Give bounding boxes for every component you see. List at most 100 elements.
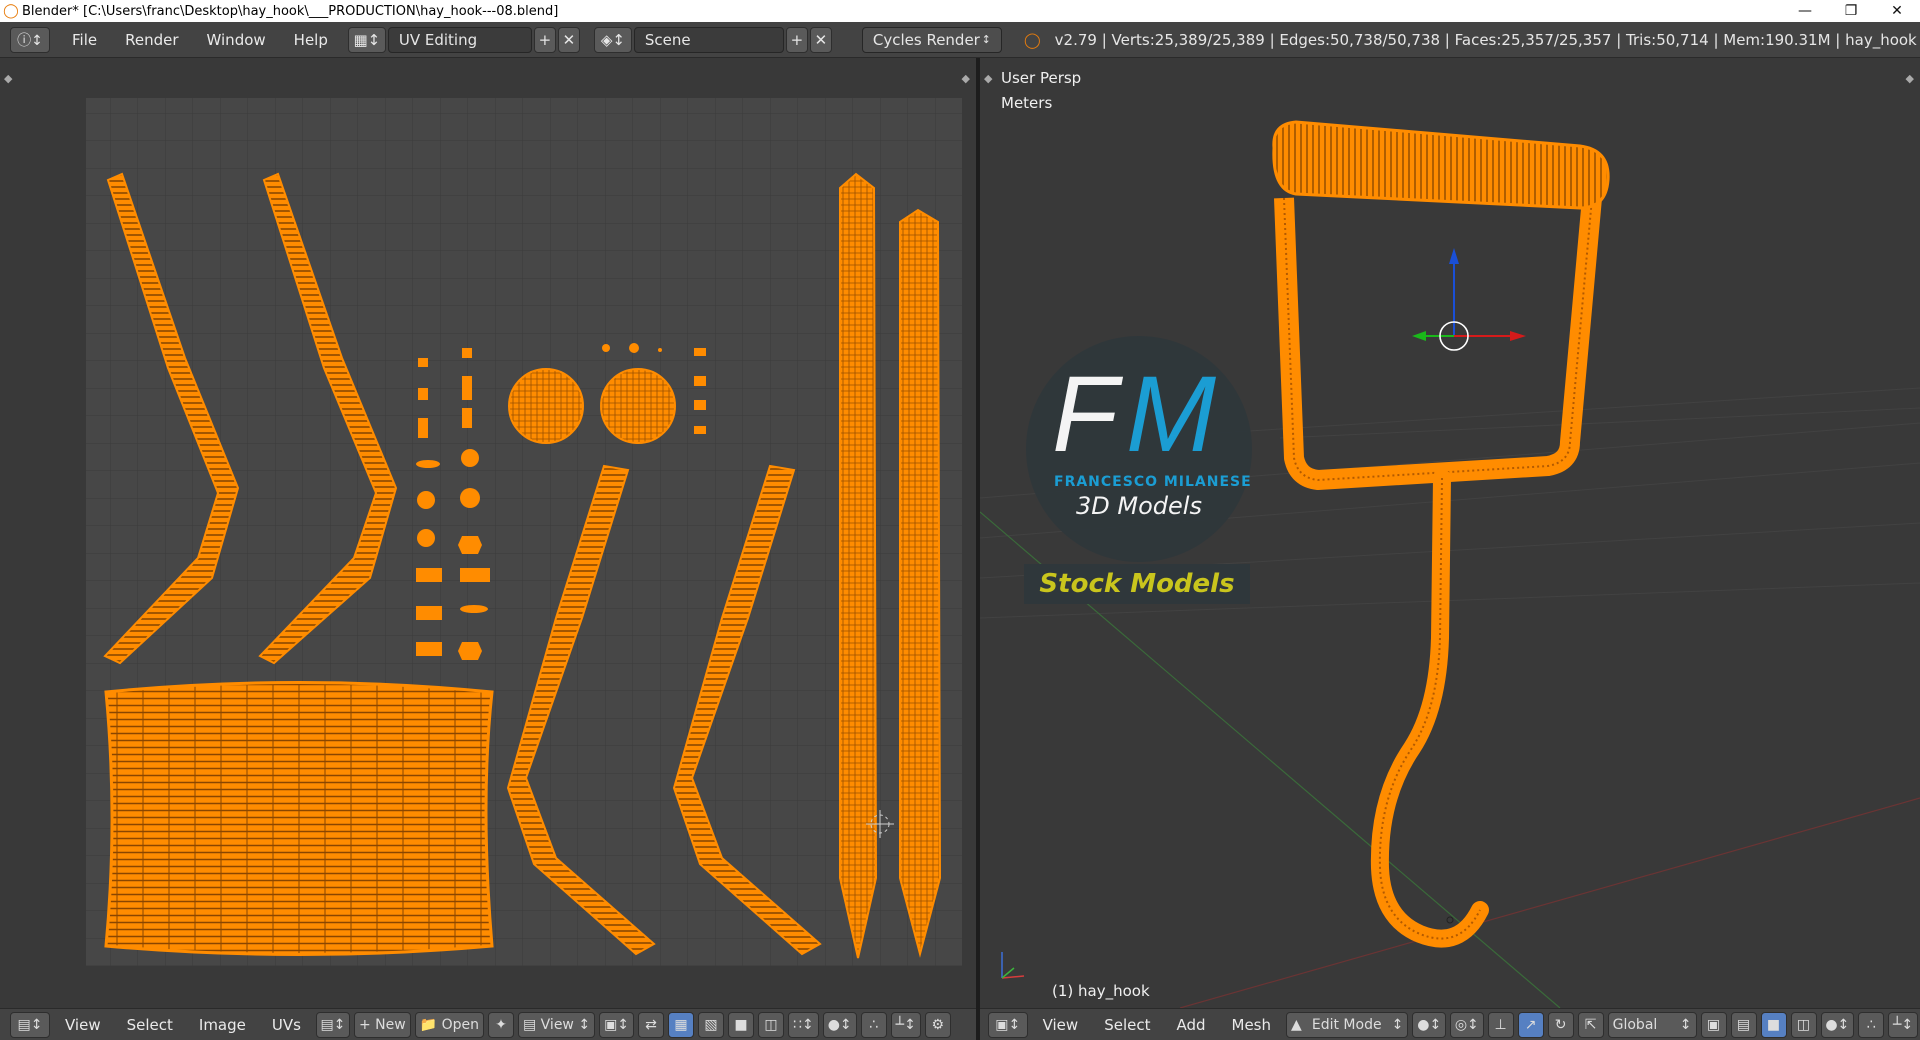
x-icon: ✕ [562, 30, 576, 49]
uv-island-handle-cylinder[interactable] [104, 681, 494, 956]
scale-icon: ⇱ [1584, 1016, 1597, 1033]
edit-mode-icon: ▲ [1291, 1016, 1302, 1033]
pin-image-button[interactable]: ✦ [487, 1011, 514, 1038]
add-screen-button[interactable]: + [533, 26, 556, 53]
scene-icon: ◈↕ [600, 30, 625, 49]
rotate-icon: ↻ [1554, 1016, 1567, 1033]
proportional-edit-dropdown[interactable]: ●↕ [822, 1011, 857, 1038]
vp-menu-mesh[interactable]: Mesh [1219, 1016, 1285, 1034]
pivot-dropdown[interactable]: ▣↕ [599, 1011, 635, 1038]
new-image-button[interactable]: + New [353, 1011, 411, 1038]
vp-menu-view[interactable]: View [1030, 1016, 1092, 1034]
add-scene-button[interactable]: + [785, 26, 808, 53]
shading-dropdown[interactable]: ●↕ [1412, 1011, 1447, 1038]
vertex-select-button[interactable]: ▣ [1700, 1011, 1727, 1038]
view-mode-icon: ▤ [522, 1016, 541, 1033]
menu-file[interactable]: File [58, 31, 111, 49]
delete-scene-button[interactable]: ✕ [809, 26, 832, 53]
3d-view-icon: ▣↕ [995, 1016, 1021, 1033]
transform-manipulator[interactable] [1412, 248, 1526, 351]
magnet-icon: ∴ [869, 1016, 879, 1033]
screen-layout-field[interactable]: UV Editing [387, 26, 532, 53]
menu-help[interactable]: Help [280, 31, 342, 49]
translate-arrow-icon: ↗ [1524, 1016, 1537, 1033]
render-engine-dropdown[interactable]: Cycles Render ↕ [861, 26, 1002, 53]
pivot-point-icon: ◎↕ [1454, 1016, 1479, 1033]
image-browse-button[interactable]: ▤↕ [315, 1011, 350, 1038]
vertex-mode-icon: ▦ [674, 1016, 688, 1033]
face-select-button[interactable]: ■ [1760, 1011, 1787, 1038]
uv-extra-button[interactable]: ⚙ [924, 1011, 951, 1038]
snap-target-dropdown[interactable]: ┴↕ [890, 1011, 921, 1038]
uv-island-long-vertical-1[interactable] [839, 172, 878, 959]
restore-button[interactable]: ❐ [1828, 0, 1874, 22]
magnet-icon: ∴ [1866, 1016, 1876, 1033]
sync-selection-toggle[interactable]: ⇄ [638, 1011, 665, 1038]
3d-viewport[interactable]: ◆ User Persp Meters F M FRANCESCO MILANE… [980, 58, 1920, 1008]
rotate-manipulator-button[interactable]: ↻ [1547, 1011, 1574, 1038]
viewport-header: ▣↕ View Select Add Mesh ▲ Edit Mode ↕ ●↕ ◎… [980, 1008, 1920, 1040]
orientation-label: Global [1612, 1016, 1658, 1033]
edge-select-icon: ▤ [1736, 1016, 1751, 1033]
sticky-icon: ∷↕ [793, 1016, 814, 1033]
proportional-editing-dropdown[interactable]: ●↕ [1820, 1011, 1855, 1038]
translate-manipulator-button[interactable]: ↗ [1517, 1011, 1544, 1038]
settings-icon: ⚙ [931, 1016, 945, 1033]
vp-menu-select[interactable]: Select [1091, 1016, 1163, 1034]
vertex-select-mode[interactable]: ▦ [668, 1011, 695, 1038]
minimize-button[interactable]: — [1782, 0, 1828, 22]
view-axis-gizmo [1001, 952, 1025, 979]
uv-editor-header: ▤↕ View Select Image UVs ▤↕ + New 📁 Open… [0, 1008, 976, 1040]
active-object-label: (1) hay_hook [1052, 982, 1150, 1000]
scene-field[interactable]: Scene [633, 26, 784, 53]
edge-select-mode[interactable]: ▧ [698, 1011, 725, 1038]
island-mode-icon: ◫ [764, 1016, 778, 1033]
vp-menu-add[interactable]: Add [1163, 1016, 1218, 1034]
uv-island-long-vertical-2[interactable] [899, 208, 942, 958]
new-image-label: New [375, 1016, 406, 1033]
x-axis-line [1179, 797, 1920, 1008]
area-split-icon-right[interactable]: ◆ [962, 72, 970, 85]
uv-canvas[interactable] [0, 58, 976, 1008]
pivot-point-dropdown[interactable]: ◎↕ [1450, 1011, 1484, 1038]
snap-button[interactable]: ∴ [1858, 1011, 1885, 1038]
limit-selection-visible-toggle[interactable]: ◫ [1790, 1011, 1817, 1038]
sticky-selection-dropdown[interactable]: ∷↕ [788, 1011, 819, 1038]
delete-screen-button[interactable]: ✕ [557, 26, 580, 53]
scene-selector[interactable]: ◈↕ [593, 26, 632, 53]
snap-element-dropdown[interactable]: ┴↕ [1888, 1011, 1918, 1038]
hay-hook-mesh[interactable] [1272, 120, 1610, 948]
uv-image-editor[interactable]: ◆ ◆ [0, 58, 976, 1008]
uv-menu-view[interactable]: View [52, 1016, 114, 1034]
edge-select-button[interactable]: ▤ [1730, 1011, 1757, 1038]
scale-manipulator-button[interactable]: ⇱ [1577, 1011, 1604, 1038]
snap-toggle[interactable]: ∴ [860, 1011, 887, 1038]
scene-name: Scene [644, 30, 691, 49]
uv-editor-type-button[interactable]: ▤↕ [10, 1011, 50, 1038]
island-select-mode[interactable]: ◫ [758, 1011, 785, 1038]
uv-menu-uvs[interactable]: UVs [259, 1016, 314, 1034]
menu-window[interactable]: Window [193, 31, 280, 49]
close-button[interactable]: ✕ [1874, 0, 1920, 22]
face-select-mode[interactable]: ■ [728, 1011, 755, 1038]
viewport-editor-type-button[interactable]: ▣↕ [988, 1011, 1028, 1038]
uv-menu-image[interactable]: Image [186, 1016, 259, 1034]
face-select-icon: ■ [1766, 1016, 1781, 1033]
render-engine-label: Cycles Render [872, 30, 980, 49]
uv-menu-select[interactable]: Select [114, 1016, 186, 1034]
screen-layout-selector[interactable]: ▦↕ [347, 26, 386, 53]
snap-target-icon: ┴↕ [895, 1016, 916, 1033]
plus-icon: + [538, 30, 552, 49]
transform-orientation-dropdown[interactable]: Global ↕ [1607, 1011, 1697, 1038]
vertex-select-icon: ▣ [1706, 1016, 1721, 1033]
menu-render[interactable]: Render [111, 31, 192, 49]
manipulator-toggle[interactable]: ⊥ [1487, 1011, 1514, 1038]
editor-type-info-button[interactable]: ⓘ↕ [10, 26, 50, 53]
viewport-area-split-icon-right[interactable]: ◆ [1906, 72, 1914, 85]
blender-version-icon: ◯ [1023, 30, 1041, 49]
occlude-icon: ◫ [1796, 1016, 1811, 1033]
mode-dropdown[interactable]: ▲ Edit Mode ↕ [1286, 1011, 1409, 1038]
view-mode-dropdown[interactable]: ▤ View ↕ [517, 1011, 596, 1038]
pin-icon: ✦ [495, 1016, 507, 1033]
open-image-button[interactable]: 📁 Open [414, 1011, 484, 1038]
